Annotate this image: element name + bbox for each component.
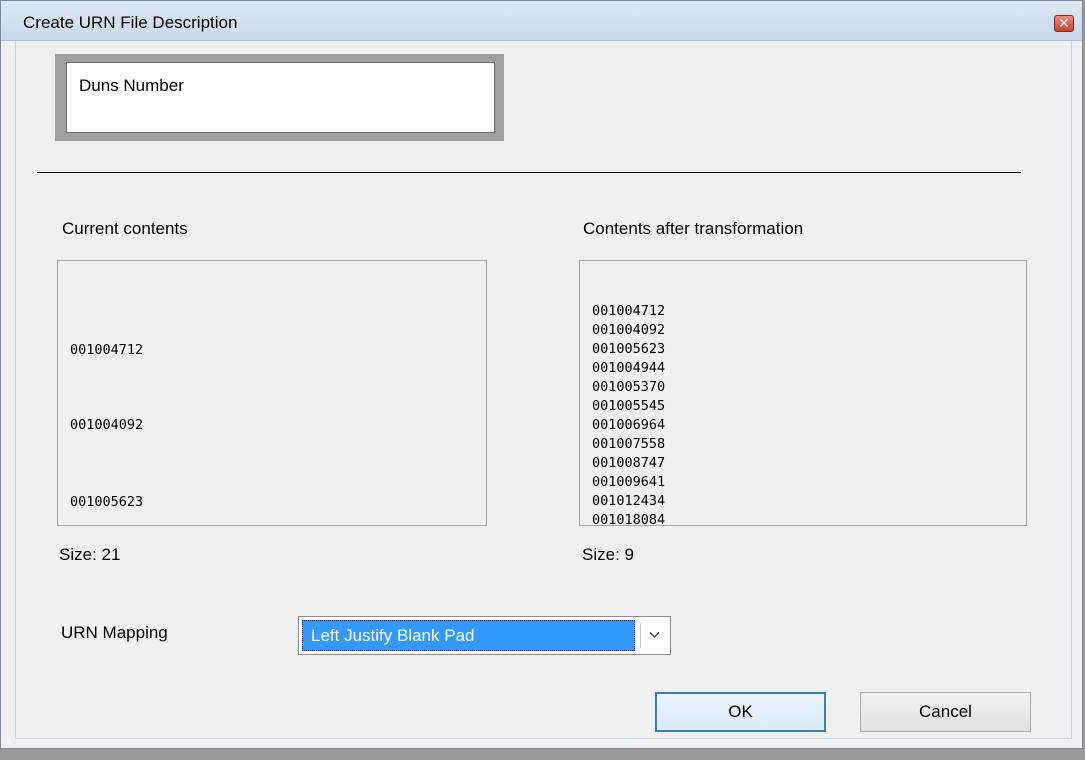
list-item: 001008747 [592,455,666,471]
list-item: 001004092 [70,417,144,433]
list-item: 001018084 [592,512,666,526]
window-title: Create URN File Description [23,13,238,32]
cancel-button[interactable]: Cancel [860,692,1031,732]
transformed-contents-list[interactable]: 001004712 001004092 001005623 001004944 … [579,260,1027,526]
urn-mapping-selected-value: Left Justify Blank Pad [302,620,635,651]
current-contents-label: Current contents [62,219,188,238]
list-item: 001009641 [592,474,666,490]
list-item: 001005623 [592,341,666,357]
ok-button[interactable]: OK [655,692,826,732]
description-field[interactable]: Duns Number [66,62,495,133]
list-item: 001012434 [592,493,666,509]
close-button[interactable]: ✕ [1054,15,1074,32]
list-item: 001005370 [592,379,666,395]
list-item: 001004944 [592,360,666,376]
urn-mapping-select[interactable]: Left Justify Blank Pad [298,616,671,655]
dialog-window: Create URN File Description ✕ Duns Numbe… [0,0,1083,749]
list-item: 001005623 [70,494,144,510]
list-item: 001004712 [70,342,144,358]
transformed-contents-label: Contents after transformation [583,219,804,238]
separator-line [37,172,1021,173]
transformed-size-label: Size: 9 [582,545,634,564]
list-item: 001004712 [592,303,666,319]
list-item: 001007558 [592,436,666,452]
urn-mapping-label: URN Mapping [61,623,168,642]
list-item: 001005545 [592,398,666,414]
title-bar[interactable]: Create URN File Description ✕ [1,1,1082,41]
close-icon: ✕ [1058,15,1070,31]
dropdown-button[interactable] [640,623,667,648]
list-item: 001004092 [592,322,666,338]
current-size-label: Size: 21 [59,545,121,564]
chevron-down-icon [649,632,660,638]
current-contents-list[interactable]: 001004712 001004092 001005623 [57,260,487,526]
list-item: 001006964 [592,417,666,433]
